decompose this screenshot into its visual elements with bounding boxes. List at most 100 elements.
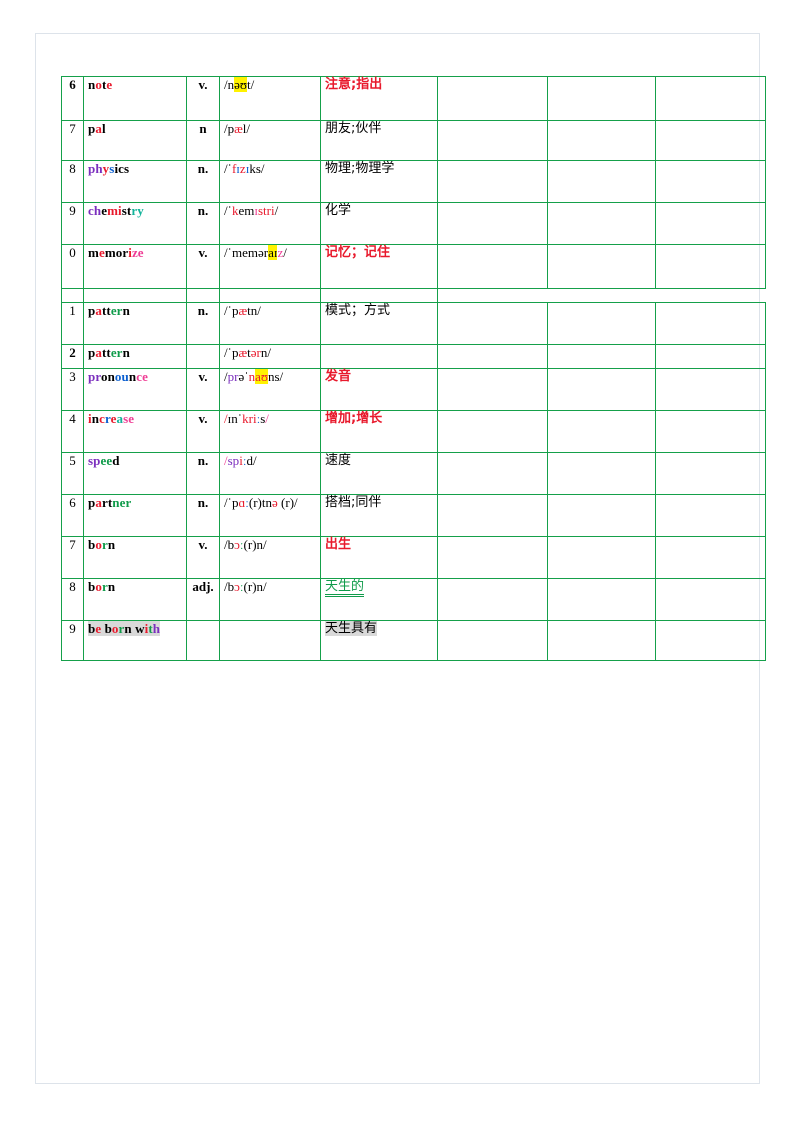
word-cell[interactable]: pronounce	[83, 368, 187, 411]
blank-cell-2[interactable]	[547, 302, 656, 345]
word-cell[interactable]: pattern	[83, 344, 187, 369]
phonetic-cell: /ˈpætn/	[219, 302, 321, 345]
glyph-run: /	[274, 203, 279, 218]
table-row[interactable]: 8 born adj./bɔː(r)n/天生的	[61, 578, 766, 621]
blank-cell-1[interactable]	[437, 494, 548, 537]
blank-cell-1[interactable]	[437, 452, 548, 495]
phonetic-cell: /ˈfɪzɪks/	[219, 160, 321, 203]
table-row[interactable]: 8 physics n./ˈfɪzɪks/物理;物理学	[61, 160, 766, 203]
table-row[interactable]: 4 increase v./ɪnˈkriːs/增加;增长	[61, 410, 766, 453]
blank-cell-2[interactable]	[547, 120, 656, 161]
glyph-run: /ˈ	[224, 203, 232, 218]
blank-cell-3[interactable]	[655, 244, 766, 289]
blank-cell-3[interactable]	[655, 452, 766, 495]
table-row[interactable]: 6 note v./nəʊt/注意;指出	[61, 76, 766, 121]
blank-cell-1[interactable]	[437, 76, 548, 121]
blank-cell-3[interactable]	[655, 578, 766, 621]
blank-cell-3[interactable]	[655, 202, 766, 245]
blank-cell-2[interactable]	[547, 410, 656, 453]
blank-cell-3[interactable]	[655, 368, 766, 411]
row-number: 1	[61, 302, 84, 345]
word-text: pronounce	[88, 369, 148, 384]
blank-cell-3[interactable]	[655, 536, 766, 579]
table-row[interactable]: 7 pal n/pæl/朋友;伙伴	[61, 120, 766, 161]
blank-cell-3[interactable]	[655, 302, 766, 345]
word-cell[interactable]: note	[83, 76, 187, 121]
blank-cell-2[interactable]	[547, 536, 656, 579]
meaning-cell: 速度	[320, 452, 438, 495]
word-cell[interactable]: born	[83, 578, 187, 621]
blank-cell-1[interactable]	[437, 202, 548, 245]
blank-cell-2[interactable]	[547, 368, 656, 411]
meaning-cell: 天生具有	[320, 620, 438, 661]
blank-cell-3[interactable]	[655, 120, 766, 161]
blank-cell-1[interactable]	[437, 368, 548, 411]
blank-cell-2[interactable]	[547, 452, 656, 495]
meaning-cell: 物理;物理学	[320, 160, 438, 203]
table-row[interactable]: 9 be born with 天生具有	[61, 620, 766, 661]
word-cell[interactable]: memorize	[83, 244, 187, 289]
separator-cell	[186, 288, 220, 303]
blank-cell-2[interactable]	[547, 244, 656, 289]
glyph-run: (r)n/	[243, 579, 267, 594]
blank-cell-1[interactable]	[437, 244, 548, 289]
blank-cell-2[interactable]	[547, 160, 656, 203]
blank-cell-3[interactable]	[655, 620, 766, 661]
meaning-cell: 记忆；记住	[320, 244, 438, 289]
blank-cell-1[interactable]	[437, 620, 548, 661]
blank-cell-1[interactable]	[437, 160, 548, 203]
blank-cell-3[interactable]	[655, 410, 766, 453]
word-cell[interactable]: pattern	[83, 302, 187, 345]
table-row[interactable]: 5 speed n./spiːd/速度	[61, 452, 766, 495]
meaning-text: 搭档;同伴	[325, 495, 382, 510]
blank-cell-2[interactable]	[547, 344, 656, 369]
part-of-speech-cell: v.	[186, 76, 220, 121]
blank-cell-1[interactable]	[437, 536, 548, 579]
table-row[interactable]: 3 pronounce v./prəˈnaʊns/发音	[61, 368, 766, 411]
blank-cell-1[interactable]	[437, 302, 548, 345]
blank-cell-3[interactable]	[655, 344, 766, 369]
meaning-text: 发音	[325, 369, 352, 384]
blank-cell-3[interactable]	[655, 160, 766, 203]
table-row[interactable]: 2 pattern/ˈpætərn/	[61, 344, 766, 369]
glyph-run: /p	[224, 121, 235, 136]
part-of-speech-cell	[186, 344, 220, 369]
blank-cell-1[interactable]	[437, 120, 548, 161]
table-row[interactable]: 9 chemistry n./ˈkemɪstri/化学	[61, 202, 766, 245]
meaning-cell: 化学	[320, 202, 438, 245]
word-cell[interactable]: partner	[83, 494, 187, 537]
word-text: born	[88, 537, 115, 552]
blank-cell-2[interactable]	[547, 76, 656, 121]
table-row[interactable]: 1 pattern n./ˈpætn/模式；方式	[61, 302, 766, 345]
blank-cell-2[interactable]	[547, 578, 656, 621]
blank-cell-2[interactable]	[547, 620, 656, 661]
blank-cell-1[interactable]	[437, 344, 548, 369]
blank-cell-2[interactable]	[547, 494, 656, 537]
glyph-run: /ˈ	[224, 345, 232, 360]
phonetic-cell: /ˈpætərn/	[219, 344, 321, 369]
part-of-speech-cell: n.	[186, 202, 220, 245]
part-of-speech-cell: v.	[186, 410, 220, 453]
glyph-run: /b	[224, 537, 235, 552]
word-cell[interactable]: born	[83, 536, 187, 579]
blank-cell-2[interactable]	[547, 202, 656, 245]
glyph-run: e	[106, 77, 113, 92]
table-row[interactable]: 7 born v./bɔː(r)n/出生	[61, 536, 766, 579]
table-row[interactable]: 6 partner n./ˈpɑː(r)tnə (r)/ 搭档;同伴	[61, 494, 766, 537]
blank-cell-1[interactable]	[437, 410, 548, 453]
blank-cell-3[interactable]	[655, 76, 766, 121]
word-cell[interactable]: increase	[83, 410, 187, 453]
word-cell[interactable]: physics	[83, 160, 187, 203]
word-cell[interactable]: pal	[83, 120, 187, 161]
glyph-run: er	[110, 303, 123, 318]
table-row[interactable]: 0 memorize v./ˈmeməraɪz/记忆；记住	[61, 244, 766, 289]
part-of-speech-cell: v.	[186, 244, 220, 289]
word-cell[interactable]: chemistry	[83, 202, 187, 245]
blank-cell-1[interactable]	[437, 578, 548, 621]
meaning-text: 物理;物理学	[325, 161, 395, 176]
word-cell[interactable]: be born with	[83, 620, 187, 661]
separator-cell	[320, 288, 438, 303]
word-cell[interactable]: speed	[83, 452, 187, 495]
blank-cell-3[interactable]	[655, 494, 766, 537]
part-of-speech-cell: adj.	[186, 578, 220, 621]
